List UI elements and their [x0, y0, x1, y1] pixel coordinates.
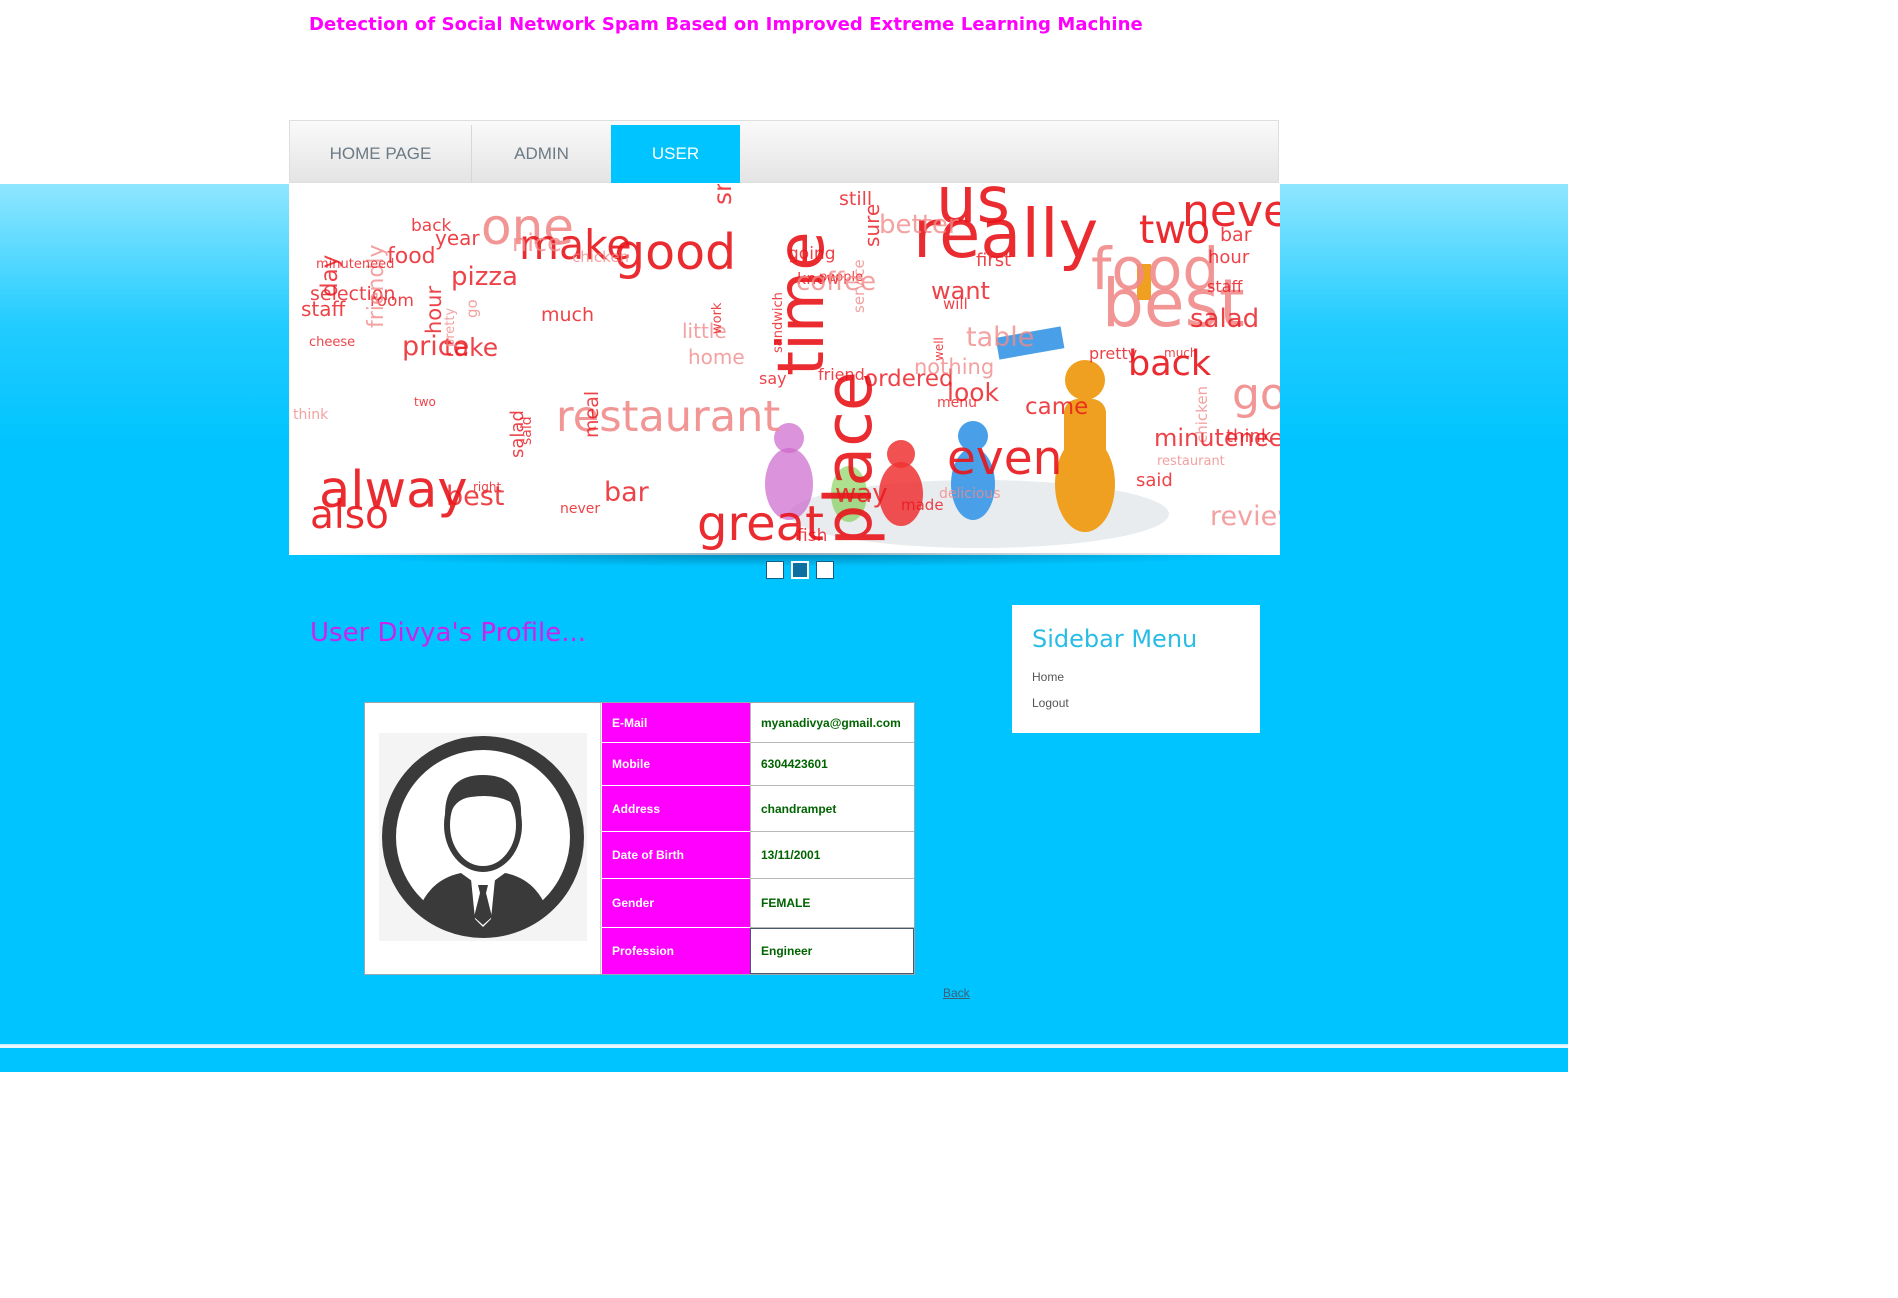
word-cloud-word: right: [473, 480, 501, 494]
nav-home-page[interactable]: HOME PAGE: [290, 125, 472, 183]
word-cloud-word: way: [835, 479, 888, 509]
word-cloud-word: review: [1210, 501, 1280, 532]
word-cloud-word: two: [1139, 208, 1210, 253]
email-value: myanadivya@gmail.com: [750, 703, 914, 743]
sidebar-link-logout[interactable]: Logout: [1032, 696, 1069, 710]
word-cloud-word: pizza: [451, 262, 518, 292]
profile-title: User Divya's Profile...: [310, 618, 587, 648]
avatar-cell: [365, 703, 601, 974]
word-cloud-word: minuteneed: [316, 257, 394, 272]
profession-label: Profession: [602, 928, 750, 974]
gender-label: Gender: [602, 879, 750, 928]
mobile-value: 6304423601: [750, 743, 914, 786]
word-cloud-word: staff: [1207, 277, 1243, 296]
word-cloud-word: go: [463, 299, 481, 318]
word-cloud-word: much: [1164, 346, 1198, 360]
word-cloud-word: even: [947, 431, 1062, 486]
site-title: Detection of Social Network Spam Based o…: [309, 14, 1143, 35]
slide-dot-2[interactable]: [791, 561, 809, 579]
nav-admin[interactable]: ADMIN: [472, 125, 612, 183]
avatar-icon: [379, 733, 587, 941]
word-cloud-word: think: [1226, 426, 1272, 447]
profession-value: Engineer: [750, 928, 914, 974]
word-cloud-word: chicken: [572, 248, 629, 266]
word-cloud-word: friend: [818, 365, 865, 384]
word-cloud-word: first: [976, 250, 1011, 271]
word-cloud-word: nice: [512, 229, 562, 257]
email-label: E-Mail: [602, 703, 750, 743]
sidebar-menu: Sidebar Menu Home Logout: [1012, 605, 1260, 733]
word-cloud-word: hour: [1208, 247, 1250, 268]
word-cloud-word: meal: [581, 391, 603, 438]
word-cloud-word: never: [560, 501, 600, 517]
word-cloud-word: good: [1232, 369, 1280, 420]
word-cloud-word: sandwich: [771, 292, 786, 353]
address-label: Address: [602, 786, 750, 832]
word-cloud-word: good: [614, 224, 736, 281]
word-cloud-word: coffee: [796, 267, 876, 297]
profile-table: E-Mail myanadivya@gmail.com Mobile 63044…: [364, 702, 915, 975]
word-cloud-word: going: [788, 244, 835, 264]
word-cloud-word: still: [839, 188, 872, 210]
word-cloud-word: look: [947, 378, 1000, 407]
word-cloud-word: home: [688, 345, 745, 369]
word-cloud-word: came: [1025, 394, 1088, 420]
word-cloud-word: hour: [422, 286, 446, 334]
word-cloud-word: said: [1136, 470, 1173, 491]
dob-value: 13/11/2001: [750, 832, 914, 879]
gender-value: FEMALE: [750, 879, 914, 928]
word-cloud-word: want: [931, 277, 990, 305]
banner-slideshow: one alway restaurant make also good food go back…: [289, 184, 1280, 555]
address-value: chandrampet: [750, 786, 914, 832]
slide-dot-1[interactable]: [766, 561, 784, 579]
word-cloud-word: delicious: [939, 486, 1001, 502]
word-cloud-word: say: [759, 369, 787, 388]
word-cloud-image: onealwayrestaurantmakealsogoodfoodgoback…: [289, 184, 1280, 555]
word-cloud-word: nothing: [914, 355, 994, 379]
word-cloud-word: year: [435, 226, 480, 250]
word-cloud-word: bar: [1220, 224, 1252, 246]
sidebar-link-home[interactable]: Home: [1032, 670, 1064, 684]
word-cloud-word: table: [966, 322, 1034, 353]
back-link[interactable]: Back: [943, 986, 970, 1000]
word-cloud-word: better: [879, 210, 959, 240]
word-cloud-word: fish: [797, 526, 827, 546]
word-cloud-word: said: [519, 416, 535, 445]
word-cloud-word: restaurant: [1157, 454, 1225, 469]
word-cloud-word: sure: [860, 204, 884, 247]
word-cloud-word: think: [293, 407, 329, 423]
word-cloud-word: cheese: [309, 335, 355, 350]
word-cloud-word: also: [310, 493, 389, 538]
sidebar-title: Sidebar Menu: [1032, 625, 1198, 653]
word-cloud-word: much: [541, 304, 594, 326]
word-cloud-word: pretty: [1089, 344, 1137, 363]
word-cloud-word: small: [708, 184, 737, 205]
nav-user[interactable]: USER: [611, 125, 740, 183]
slide-dot-3[interactable]: [816, 561, 834, 579]
main-navigation: HOME PAGE ADMIN USER: [289, 120, 1279, 183]
word-cloud-word: two: [414, 395, 436, 409]
banner-shadow: [289, 553, 1280, 567]
word-cloud-word: salad: [1190, 304, 1259, 334]
word-cloud-word: made: [901, 496, 944, 514]
word-cloud-word: bar: [604, 477, 650, 508]
mobile-label: Mobile: [602, 743, 750, 786]
word-cloud-word: work: [710, 302, 725, 334]
footer-divider: [0, 1044, 1568, 1048]
dob-label: Date of Birth: [602, 832, 750, 879]
